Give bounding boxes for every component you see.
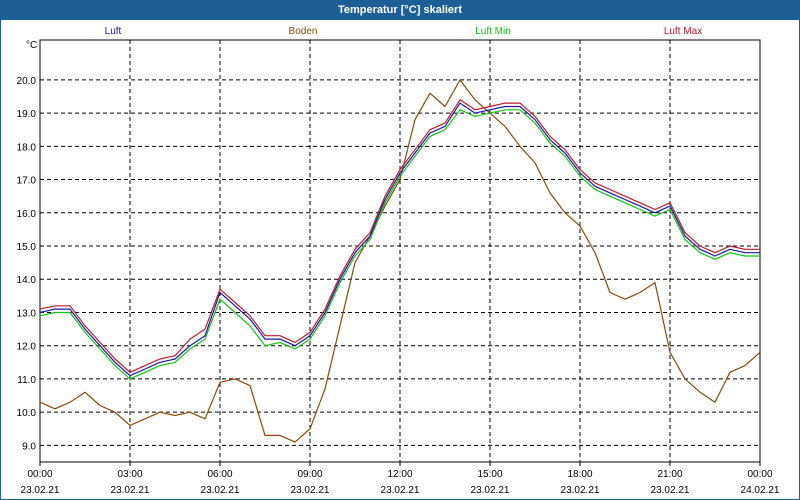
chart-legend: Luft Boden Luft Min Luft Max xyxy=(105,26,703,37)
legend-item: Luft Max xyxy=(664,26,702,37)
x-tick-date: 23.02.21 xyxy=(201,485,240,496)
x-axis: 00:00 23.02.21 03:00 23.02.21 06:00 23.02.21 0… xyxy=(21,462,780,496)
y-tick-label: 19.0 xyxy=(17,109,37,120)
y-axis-label: °C xyxy=(26,40,37,51)
y-tick-label: 10.0 xyxy=(17,408,37,419)
legend-item: Luft Min xyxy=(475,26,511,37)
y-tick-label: 12.0 xyxy=(17,342,37,353)
x-tick-time: 03:00 xyxy=(117,469,142,480)
x-tick-date: 23.02.21 xyxy=(471,485,510,496)
x-tick-time: 09:00 xyxy=(297,469,322,480)
y-tick-label: 11.0 xyxy=(17,375,36,386)
y-tick-label: 13.0 xyxy=(17,308,37,319)
y-tick-label: 18.0 xyxy=(17,142,37,153)
window-title: Temperatur [°C] skaliert xyxy=(0,0,800,20)
y-tick-label: 17.0 xyxy=(17,176,37,187)
x-tick-date: 24.02.21 xyxy=(741,485,780,496)
y-tick-label: 9.0 xyxy=(22,441,36,452)
x-tick-date: 23.02.21 xyxy=(21,485,60,496)
x-tick-time: 12:00 xyxy=(387,469,412,480)
temperature-chart: Luft Boden Luft Min Luft Max °C 9.0 10.0 11.0… xyxy=(17,26,780,496)
legend-item: Boden xyxy=(289,26,318,37)
x-tick-time: 00:00 xyxy=(27,469,52,480)
chart-grid xyxy=(40,40,760,462)
x-tick-time: 15:00 xyxy=(477,469,502,480)
legend-item: Luft xyxy=(105,26,122,37)
x-tick-date: 23.02.21 xyxy=(561,485,600,496)
x-tick-date: 23.02.21 xyxy=(111,485,150,496)
x-tick-time: 00:00 xyxy=(747,469,772,480)
y-tick-label: 14.0 xyxy=(17,275,37,286)
x-tick-time: 21:00 xyxy=(657,469,682,480)
y-axis: 9.0 10.0 11.0 12.0 13.0 14.0 15.0 16.0 17.0 18.0 1… xyxy=(17,76,37,453)
y-tick-label: 20.0 xyxy=(17,76,37,87)
x-tick-date: 23.02.21 xyxy=(651,485,690,496)
x-tick-time: 06:00 xyxy=(207,469,232,480)
y-tick-label: 15.0 xyxy=(17,242,37,253)
x-tick-time: 18:00 xyxy=(567,469,592,480)
y-tick-label: 16.0 xyxy=(17,209,37,220)
x-tick-date: 23.02.21 xyxy=(381,485,420,496)
x-tick-date: 23.02.21 xyxy=(291,485,330,496)
